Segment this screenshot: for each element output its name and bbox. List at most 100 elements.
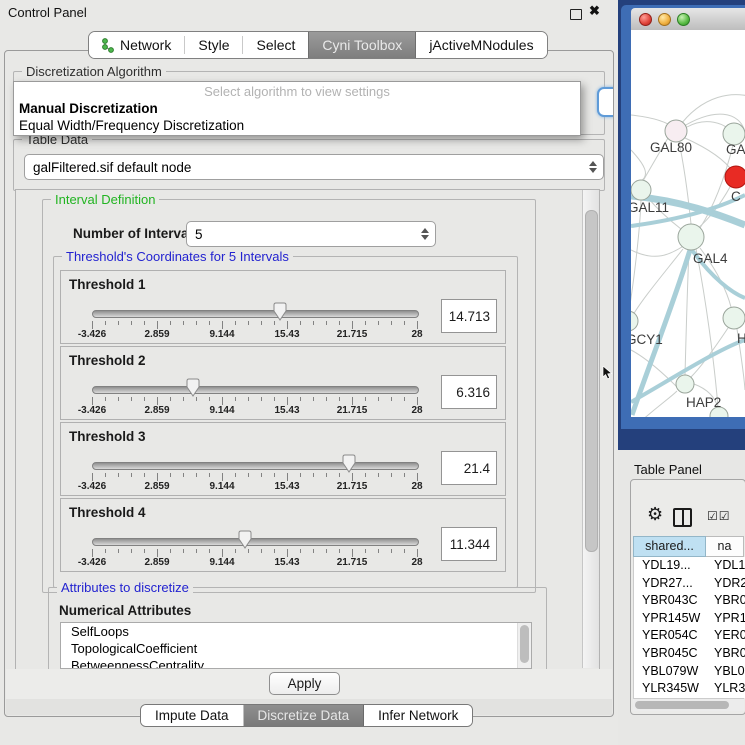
minimize-traffic-light-icon[interactable] bbox=[658, 13, 671, 26]
algorithm-option-manual[interactable]: Manual Discretization bbox=[14, 100, 580, 117]
float-window-icon[interactable] bbox=[570, 9, 582, 20]
numerical-attributes-list[interactable]: SelfLoopsTopologicalCoefficientBetweenne… bbox=[60, 622, 532, 669]
table-horizontal-scrollbar[interactable] bbox=[633, 698, 744, 711]
tab-style[interactable]: Style bbox=[185, 32, 242, 58]
column-layout-icon[interactable] bbox=[673, 508, 692, 527]
slider-tick bbox=[131, 549, 132, 553]
table-row[interactable]: YBR043CYBR0 bbox=[634, 592, 745, 610]
network-window-titlebar[interactable] bbox=[631, 8, 745, 31]
slider-tick bbox=[352, 321, 353, 329]
slider-tick bbox=[196, 473, 197, 477]
slider-tick bbox=[287, 473, 288, 481]
network-node[interactable] bbox=[676, 375, 694, 393]
list-scrollbar-thumb[interactable] bbox=[520, 625, 529, 663]
apply-button[interactable]: Apply bbox=[269, 672, 340, 695]
tab-cyni-toolbox[interactable]: Cyni Toolbox bbox=[308, 32, 416, 58]
network-node[interactable] bbox=[631, 180, 651, 200]
slider-tick bbox=[326, 473, 327, 477]
slider-tick bbox=[391, 397, 392, 401]
threshold-slider-track[interactable] bbox=[92, 310, 419, 318]
tab-jactivemnodules[interactable]: jActiveMNodules bbox=[416, 32, 546, 58]
threshold-slider-track[interactable] bbox=[92, 538, 419, 546]
attribute-list-item[interactable]: BetweennessCentrality bbox=[61, 657, 531, 669]
slider-tick bbox=[352, 549, 353, 557]
slider-tick bbox=[118, 473, 119, 477]
slider-tick bbox=[404, 549, 405, 553]
threshold-slider-thumb[interactable] bbox=[186, 378, 200, 397]
tab-network[interactable]: Network bbox=[89, 32, 184, 58]
network-node[interactable] bbox=[725, 166, 745, 188]
threshold-slider-thumb[interactable] bbox=[273, 302, 287, 321]
cyni-bottom-tabbar: Impute Data Discretize Data Infer Networ… bbox=[140, 704, 473, 727]
network-node[interactable] bbox=[723, 307, 745, 329]
slider-tick bbox=[235, 397, 236, 401]
algorithm-combobox-focus-ring[interactable] bbox=[597, 87, 614, 117]
threshold-box: Threshold 3-3.4262.8599.14415.4321.71528… bbox=[60, 422, 506, 496]
slider-tick bbox=[248, 397, 249, 401]
slider-tick bbox=[378, 321, 379, 325]
algorithm-option-equal-width[interactable]: Equal Width/Frequency Discretization bbox=[14, 117, 580, 134]
slider-tick bbox=[404, 397, 405, 401]
close-traffic-light-icon[interactable] bbox=[639, 13, 652, 26]
control-panel-title: Control Panel bbox=[8, 5, 87, 20]
zoom-traffic-light-icon[interactable] bbox=[677, 13, 690, 26]
table-row[interactable]: YDR27...YDR2 bbox=[634, 575, 745, 593]
slider-tick bbox=[417, 473, 418, 481]
slider-tick bbox=[118, 549, 119, 553]
network-canvas[interactable]: GAL80GALCGAL11GAL4GCY1HHAP2 bbox=[631, 30, 745, 417]
spinner-arrows-icon bbox=[589, 161, 597, 173]
tab-select[interactable]: Select bbox=[243, 32, 308, 58]
slider-tick bbox=[183, 397, 184, 401]
slider-tick bbox=[274, 473, 275, 477]
table-hscrollbar-thumb[interactable] bbox=[635, 701, 729, 709]
slider-tick bbox=[300, 473, 301, 477]
slider-tick bbox=[144, 397, 145, 401]
table-data-combobox[interactable]: galFiltered.sif default node bbox=[24, 154, 604, 180]
select-columns-icon[interactable]: ☑☑ bbox=[707, 509, 731, 523]
table-row[interactable]: YER054CYER0 bbox=[634, 627, 745, 645]
threshold-slider-thumb[interactable] bbox=[238, 530, 252, 549]
column-header-shared-name[interactable]: shared... bbox=[633, 536, 706, 557]
threshold-box: Threshold 1-3.4262.8599.14415.4321.71528… bbox=[60, 270, 506, 344]
tab-impute-data[interactable]: Impute Data bbox=[141, 705, 244, 726]
slider-tick bbox=[118, 321, 119, 325]
network-node[interactable] bbox=[631, 311, 638, 331]
slider-tick bbox=[300, 397, 301, 401]
table-row[interactable]: YBL079WYBL0 bbox=[634, 663, 745, 681]
network-node-label: GAL11 bbox=[631, 200, 669, 215]
slider-tick bbox=[313, 321, 314, 325]
table-row[interactable]: YLR345WYLR3 bbox=[634, 680, 745, 698]
table-row[interactable]: YBR045CYBR0 bbox=[634, 645, 745, 663]
tab-discretize-data[interactable]: Discretize Data bbox=[244, 705, 365, 726]
settings-scrollbar-thumb[interactable] bbox=[585, 210, 598, 552]
number-of-intervals-combobox[interactable]: 5 bbox=[186, 221, 436, 247]
threshold-slider-thumb[interactable] bbox=[342, 454, 356, 473]
thresholds-group: Threshold's Coordinates for 5 Intervals … bbox=[53, 256, 518, 588]
table-row[interactable]: YPR145WYPR1 bbox=[634, 610, 745, 628]
slider-tick bbox=[222, 397, 223, 405]
slider-tick bbox=[157, 549, 158, 557]
threshold-value-field[interactable]: 21.4 bbox=[441, 451, 497, 485]
slider-tick bbox=[144, 549, 145, 553]
network-node[interactable] bbox=[678, 224, 704, 250]
slider-tick-label: 9.144 bbox=[198, 481, 246, 492]
threshold-value-field[interactable]: 11.344 bbox=[441, 527, 497, 561]
column-header-name[interactable]: na bbox=[706, 536, 744, 557]
close-icon[interactable]: ✖ bbox=[589, 3, 600, 19]
attribute-list-item[interactable]: SelfLoops bbox=[61, 623, 531, 640]
attribute-list-item[interactable]: TopologicalCoefficient bbox=[61, 640, 531, 657]
threshold-slider-track[interactable] bbox=[92, 386, 419, 394]
algorithm-hint-item[interactable]: Select algorithm to view settings bbox=[14, 82, 580, 100]
slider-tick bbox=[144, 321, 145, 325]
threshold-value-field[interactable]: 6.316 bbox=[441, 375, 497, 409]
threshold-value-field[interactable]: 14.713 bbox=[441, 299, 497, 333]
gear-icon[interactable]: ⚙ bbox=[647, 504, 663, 525]
settings-scrollbar[interactable] bbox=[582, 190, 599, 668]
tab-infer-network[interactable]: Infer Network bbox=[364, 705, 472, 726]
threshold-slider-track[interactable] bbox=[92, 462, 419, 470]
table-row[interactable]: YDL19...YDL1 bbox=[634, 557, 745, 575]
slider-tick bbox=[313, 397, 314, 401]
apply-bar: Apply bbox=[6, 669, 612, 700]
network-node[interactable] bbox=[665, 120, 687, 142]
list-scrollbar[interactable] bbox=[517, 623, 531, 668]
